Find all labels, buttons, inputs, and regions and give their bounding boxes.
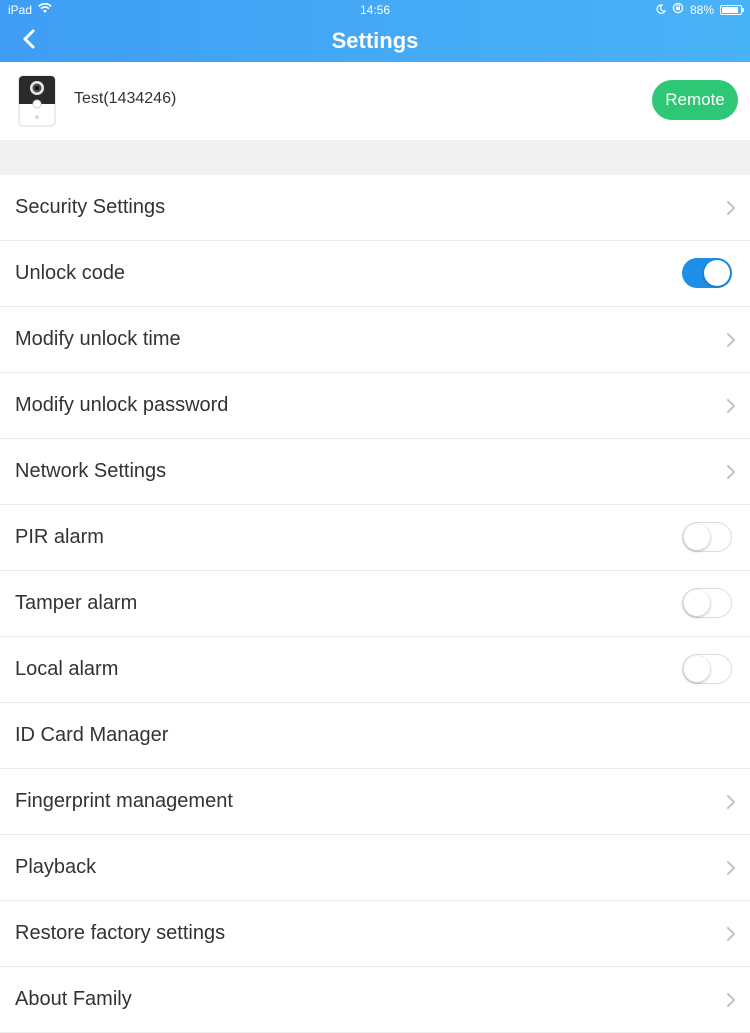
settings-item-label: PIR alarm: [15, 526, 104, 548]
toggle-knob: [684, 524, 710, 550]
toggle-knob: [684, 590, 710, 616]
device-name: Test(1434246): [74, 90, 177, 107]
settings-item-security-settings[interactable]: Security Settings: [0, 175, 750, 241]
settings-item-restore-factory-settings[interactable]: Restore factory settings: [0, 901, 750, 967]
settings-item-label: Fingerprint management: [15, 790, 233, 812]
toggle-knob: [684, 656, 710, 682]
chevron-right-icon: [727, 201, 735, 215]
chevron-right-icon: [727, 465, 735, 479]
settings-item-label: Modify unlock time: [15, 328, 181, 350]
settings-item-label: Tamper alarm: [15, 592, 138, 614]
doorbell-camera-icon: o: [18, 75, 56, 127]
toggle-switch[interactable]: [682, 258, 732, 288]
settings-item-label: Unlock code: [15, 262, 126, 284]
moon-icon: [656, 0, 667, 20]
toggle-knob: [704, 260, 730, 286]
toggle-switch[interactable]: [682, 522, 732, 552]
battery-fill: [722, 7, 738, 13]
rotation-lock-icon: [672, 0, 684, 20]
chevron-right-icon: [727, 333, 735, 347]
settings-item-label: Playback: [15, 856, 97, 878]
settings-item-modify-unlock-password[interactable]: Modify unlock password: [0, 373, 750, 439]
battery-icon: [720, 5, 744, 15]
status-bar: iPad 14:56 88%: [0, 0, 750, 20]
settings-item-modify-unlock-time[interactable]: Modify unlock time: [0, 307, 750, 373]
settings-item-unlock-code[interactable]: Unlock code: [0, 241, 750, 307]
settings-item-label: Restore factory settings: [15, 922, 226, 944]
settings-item-local-alarm[interactable]: Local alarm: [0, 637, 750, 703]
settings-item-label: Network Settings: [15, 460, 167, 482]
remote-button[interactable]: Remote: [652, 80, 738, 120]
chevron-right-icon: [727, 993, 735, 1007]
settings-list: Security Settings Unlock code Modify unloc…: [0, 175, 750, 1033]
settings-item-label: ID Card Manager: [15, 724, 169, 746]
chevron-right-icon: [727, 861, 735, 875]
status-time: 14:56: [359, 3, 391, 17]
app-header: iPad 14:56 88% Settings: [0, 0, 750, 62]
settings-item-label: Modify unlock password: [15, 394, 229, 416]
settings-item-fingerprint-management[interactable]: Fingerprint management: [0, 769, 750, 835]
toggle-switch[interactable]: [682, 588, 732, 618]
section-divider: [0, 140, 750, 175]
settings-item-about-family[interactable]: About Family: [0, 967, 750, 1033]
toggle-switch[interactable]: [682, 654, 732, 684]
svg-text:o: o: [35, 114, 39, 121]
chevron-right-icon: [727, 795, 735, 809]
nav-bar: Settings: [0, 20, 750, 62]
battery-tip: [742, 8, 744, 12]
page-title: Settings: [331, 28, 419, 53]
settings-item-pir-alarm[interactable]: PIR alarm: [0, 505, 750, 571]
device-row[interactable]: o Test(1434246) Remote: [0, 62, 750, 140]
settings-item-tamper-alarm[interactable]: Tamper alarm: [0, 571, 750, 637]
settings-item-id-card-manager[interactable]: ID Card Manager: [0, 703, 750, 769]
settings-item-playback[interactable]: Playback: [0, 835, 750, 901]
status-right: 88%: [656, 0, 744, 20]
chevron-right-icon: [727, 399, 735, 413]
settings-item-label: Local alarm: [15, 658, 119, 680]
settings-item-network-settings[interactable]: Network Settings: [0, 439, 750, 505]
chevron-right-icon: [727, 927, 735, 941]
battery-percent: 88%: [689, 3, 714, 17]
settings-item-label: Security Settings: [15, 196, 166, 218]
